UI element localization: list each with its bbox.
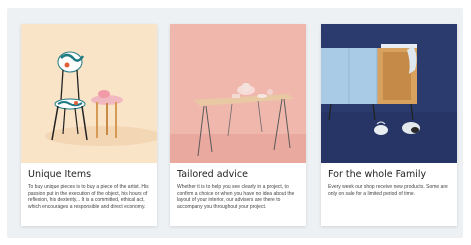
feature-section: Unique Items To buy unique pieces is to … [7,8,463,238]
feature-card-unique-items[interactable]: Unique Items To buy unique pieces is to … [21,24,157,226]
card-title: Unique Items [28,169,92,180]
desk-and-lamp-photo [170,24,306,163]
feature-card-tailored-advice[interactable]: Tailored advice Whether it is to help yo… [170,24,306,226]
sideboard-and-shoes-photo [321,24,457,163]
chair-and-table-photo [21,24,157,163]
card-description: Whether it is to help you see clearly in… [177,184,295,210]
card-description: To buy unique pieces is to buy a piece o… [28,184,149,210]
card-description: Every week our shop receive new products… [328,184,448,197]
feature-card-whole-family[interactable]: For the whole Family Every week our shop… [321,24,457,226]
card-title: Tailored advice [177,169,248,180]
card-title: For the whole Family [328,169,427,180]
